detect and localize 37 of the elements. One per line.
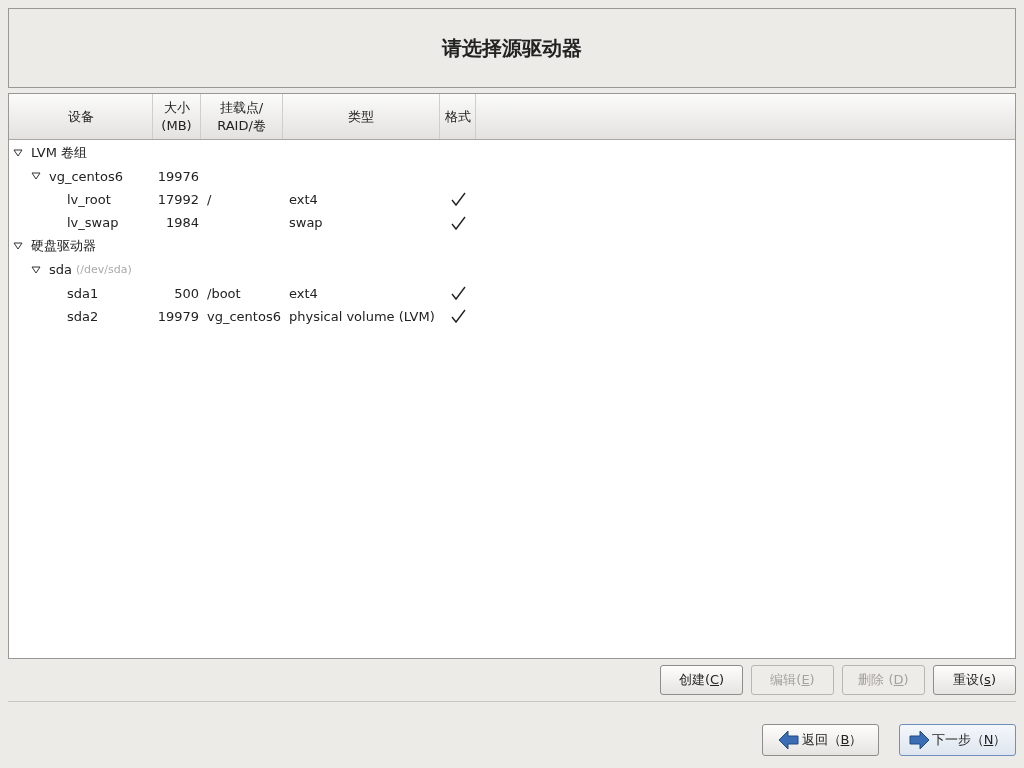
size-cell: 17992 — [157, 191, 199, 207]
action-button[interactable]: 创建(C) — [660, 665, 743, 695]
type-cell: ext4 — [289, 191, 318, 207]
column-header[interactable]: 设备 — [9, 94, 153, 139]
mount-cell: /boot — [207, 285, 241, 301]
column-header[interactable]: 挂载点/ RAID/卷 — [201, 94, 283, 139]
device-name: lv_swap — [67, 215, 119, 231]
column-header[interactable]: 格式 — [440, 94, 476, 139]
type-cell: swap — [289, 215, 323, 231]
type-cell: ext4 — [289, 285, 318, 301]
type-cell: physical volume (LVM) — [289, 308, 435, 324]
action-button[interactable]: 重设(s) — [933, 665, 1016, 695]
column-header[interactable]: 大小 (MB) — [153, 94, 201, 139]
page-title: 请选择源驱动器 — [442, 34, 582, 62]
size-cell: 1984 — [165, 215, 199, 231]
expander-icon[interactable] — [13, 242, 23, 251]
device-name: 硬盘驱动器 — [31, 237, 96, 256]
back-button[interactable]: 返回（B） — [762, 724, 879, 756]
device-name: lv_root — [67, 191, 111, 207]
device-name: sda1 — [67, 285, 99, 301]
expander-icon[interactable] — [31, 172, 41, 181]
column-header[interactable]: 类型 — [283, 94, 440, 139]
mount-cell: / — [207, 191, 212, 207]
size-cell: 19979 — [157, 308, 199, 324]
device-path: (/dev/sda) — [76, 263, 132, 277]
device-name: LVM 卷组 — [31, 143, 88, 162]
expander-icon[interactable] — [13, 148, 23, 157]
expander-icon[interactable] — [31, 265, 41, 274]
left-arrow-icon — [778, 731, 799, 749]
next-button[interactable]: 下一步（N） — [899, 724, 1016, 756]
size-cell: 500 — [174, 285, 199, 301]
right-arrow-icon — [908, 731, 929, 749]
device-name: vg_centos6 — [49, 168, 123, 184]
size-cell: 19976 — [157, 168, 199, 184]
device-name: sda2 — [67, 308, 99, 324]
mount-cell: vg_centos6 — [207, 308, 281, 324]
device-name: sda — [49, 262, 72, 278]
